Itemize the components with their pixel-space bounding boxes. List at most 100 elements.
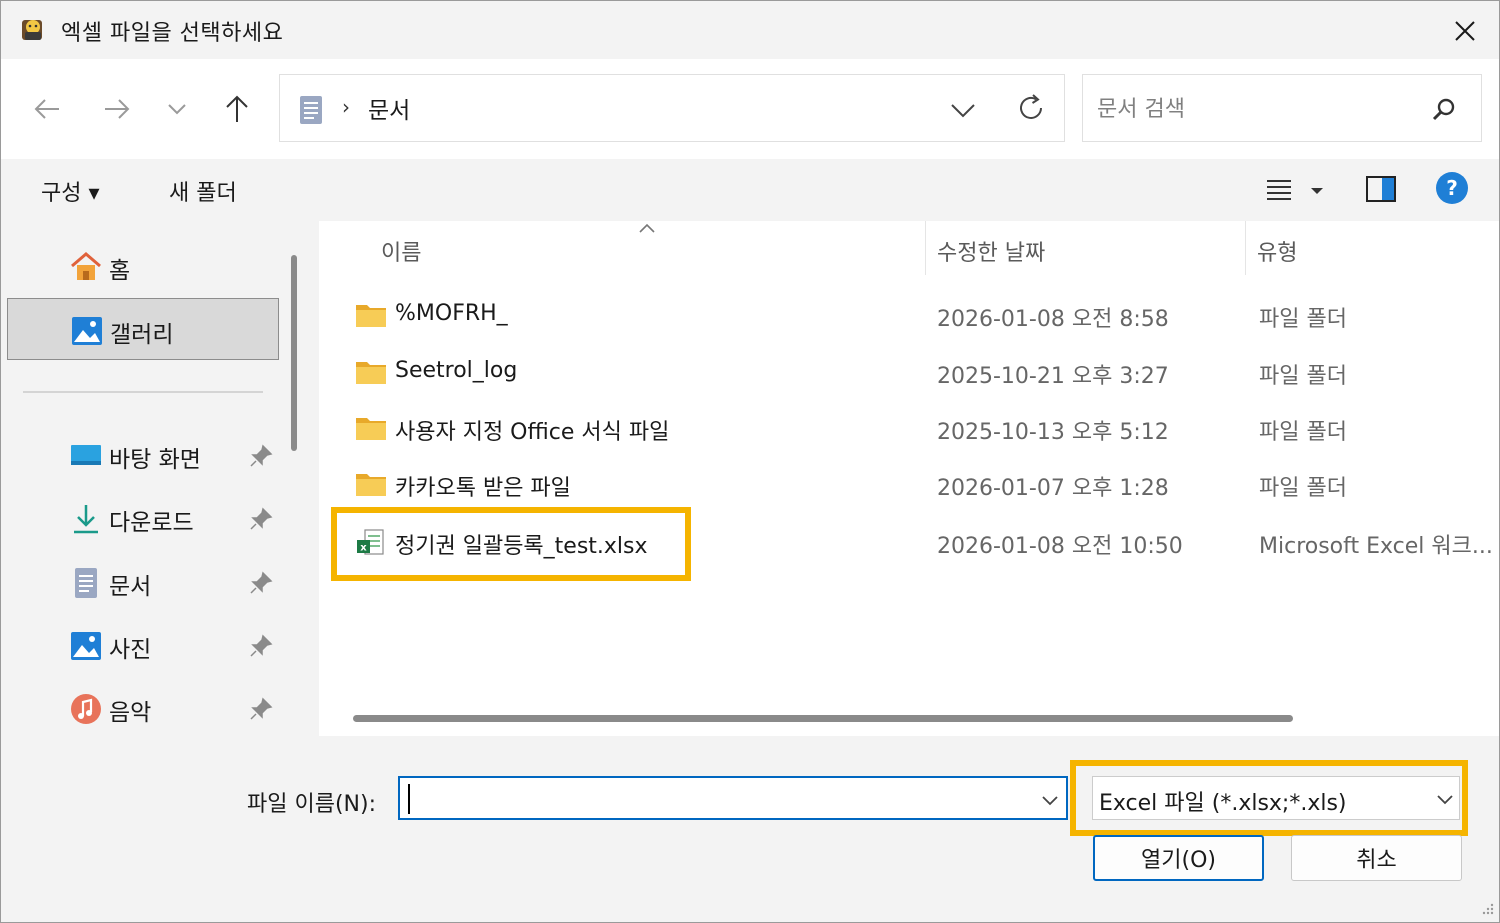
folder-icon <box>356 362 386 384</box>
nav-item-documents[interactable]: 문서 <box>7 551 279 613</box>
pictures-icon <box>71 632 101 660</box>
nav-item-label: 음악 <box>109 700 152 726</box>
file-name: 사용자 지정 Office 서식 파일 <box>395 420 670 445</box>
arrow-up-icon <box>226 95 248 122</box>
dialog-footer: 파일 이름(N): Excel 파일 (*.xlsx;*.xls) 열기(O) … <box>1 736 1499 922</box>
filetype-dropdown[interactable]: Excel 파일 (*.xlsx;*.xls) <box>1092 776 1460 820</box>
file-date: 2025-10-21 오후 3:27 <box>937 364 1169 389</box>
file-name: 정기권 일괄등록_test.xlsx <box>395 534 648 559</box>
app-icon <box>22 20 42 40</box>
nav-item-label: 사진 <box>109 637 152 663</box>
open-button[interactable]: 열기(O) <box>1093 835 1264 881</box>
nav-item-gallery[interactable]: 갤러리 <box>7 298 279 360</box>
preview-pane-icon[interactable] <box>1365 173 1397 205</box>
breadcrumb-documents[interactable]: 문서 <box>368 91 410 125</box>
download-icon <box>74 505 98 534</box>
chevron-down-icon[interactable] <box>1038 788 1062 812</box>
file-type: Microsoft Excel 워크... <box>1259 534 1493 559</box>
search-icon[interactable] <box>1429 95 1459 125</box>
svg-text:x: x <box>360 543 367 554</box>
nav-divider <box>23 391 263 393</box>
file-list: 이름 수정한 날짜 유형 %MOFRH_ 2026-01-08 오전 8:58 … <box>319 221 1499 736</box>
column-header-date[interactable]: 수정한 날짜 <box>937 235 1045 267</box>
chevron-down-icon[interactable] <box>1433 787 1457 811</box>
folder-icon <box>356 305 386 327</box>
column-header-name[interactable]: 이름 <box>381 235 421 267</box>
nav-item-home[interactable]: 홈 <box>7 235 279 297</box>
search-box[interactable] <box>1082 74 1482 142</box>
title-bar: 엑셀 파일을 선택하세요 <box>1 1 1499 59</box>
search-input[interactable] <box>1097 93 1417 125</box>
nav-item-downloads[interactable]: 다운로드 <box>7 487 279 549</box>
nav-item-music[interactable]: 음악 <box>7 677 279 739</box>
sort-ascending-icon <box>639 223 655 233</box>
command-bar: 구성 ▾ 새 폴더 ? <box>1 159 1499 221</box>
refresh-icon[interactable] <box>1014 91 1048 125</box>
horizontal-scrollbar[interactable] <box>353 715 1293 722</box>
filename-label: 파일 이름(N): <box>247 792 376 817</box>
file-type: 파일 폴더 <box>1259 307 1347 332</box>
nav-pane-scrollbar[interactable] <box>291 255 297 451</box>
close-button[interactable] <box>1441 11 1489 51</box>
column-header-type[interactable]: 유형 <box>1257 235 1297 267</box>
filetype-selected: Excel 파일 (*.xlsx;*.xls) <box>1099 791 1347 816</box>
file-date: 2026-01-07 오후 1:28 <box>937 476 1169 501</box>
file-type: 파일 폴더 <box>1259 476 1347 501</box>
text-caret <box>408 784 410 814</box>
desktop-icon <box>71 445 101 465</box>
organize-button[interactable]: 구성 ▾ <box>41 175 100 207</box>
recent-locations-button[interactable] <box>157 87 197 131</box>
nav-item-label: 홈 <box>109 258 131 284</box>
folder-icon <box>356 474 386 496</box>
file-date: 2025-10-13 오후 5:12 <box>937 420 1169 445</box>
nav-item-desktop[interactable]: 바탕 화면 <box>7 424 279 486</box>
chevron-down-icon[interactable] <box>948 95 978 125</box>
pin-icon[interactable] <box>249 571 273 595</box>
window-title: 엑셀 파일을 선택하세요 <box>61 21 284 46</box>
music-icon <box>71 694 101 724</box>
nav-item-label: 갤러리 <box>110 322 174 348</box>
column-divider[interactable] <box>1245 221 1246 275</box>
file-row[interactable]: %MOFRH_ 2026-01-08 오전 8:58 파일 폴더 <box>339 289 1499 343</box>
column-divider[interactable] <box>925 221 926 275</box>
nav-item-pictures[interactable]: 사진 <box>7 614 279 676</box>
close-icon <box>1455 21 1475 41</box>
gallery-icon <box>72 317 102 345</box>
document-icon <box>75 568 97 598</box>
pin-icon[interactable] <box>249 697 273 721</box>
view-options-icon[interactable] <box>1265 175 1325 207</box>
back-button[interactable] <box>27 87 67 131</box>
up-button[interactable] <box>217 87 257 131</box>
file-type: 파일 폴더 <box>1259 420 1347 445</box>
file-name: %MOFRH_ <box>395 301 508 326</box>
file-row[interactable]: 카카오톡 받은 파일 2026-01-07 오후 1:28 파일 폴더 <box>339 458 1499 512</box>
chevron-down-icon <box>168 104 186 115</box>
file-name: 카카오톡 받은 파일 <box>395 476 571 501</box>
file-date: 2026-01-08 오전 10:50 <box>937 534 1183 559</box>
pin-icon[interactable] <box>249 634 273 658</box>
file-row-excel[interactable]: x 정기권 일괄등록_test.xlsx 2026-01-08 오전 10:50… <box>339 516 1499 570</box>
nav-item-label: 다운로드 <box>109 510 194 536</box>
navigation-bar: › 문서 <box>1 59 1499 159</box>
folder-icon <box>356 418 386 440</box>
resize-grip-icon[interactable] <box>1479 900 1495 916</box>
arrow-right-icon <box>105 99 130 119</box>
file-name: Seetrol_log <box>395 358 518 383</box>
pin-icon[interactable] <box>249 444 273 468</box>
cancel-button[interactable]: 취소 <box>1291 835 1462 881</box>
file-open-dialog: 엑셀 파일을 선택하세요 › 문서 문서 검색 구성 ▾ 새 폴더 ? 홈 갤러… <box>0 0 1500 923</box>
filename-input[interactable] <box>406 782 1026 814</box>
filename-combobox[interactable] <box>398 776 1068 820</box>
home-icon <box>71 252 101 280</box>
file-date: 2026-01-08 오전 8:58 <box>937 307 1169 332</box>
breadcrumb-separator: › <box>342 95 350 119</box>
file-row[interactable]: Seetrol_log 2025-10-21 오후 3:27 파일 폴더 <box>339 346 1499 400</box>
new-folder-button[interactable]: 새 폴더 <box>169 175 237 207</box>
file-row[interactable]: 사용자 지정 Office 서식 파일 2025-10-13 오후 5:12 파… <box>339 402 1499 456</box>
document-icon <box>300 96 322 124</box>
excel-file-icon: x <box>357 529 384 555</box>
help-icon[interactable]: ? <box>1435 171 1469 205</box>
forward-button[interactable] <box>97 87 137 131</box>
address-bar[interactable]: › 문서 <box>279 74 1065 142</box>
pin-icon[interactable] <box>249 507 273 531</box>
